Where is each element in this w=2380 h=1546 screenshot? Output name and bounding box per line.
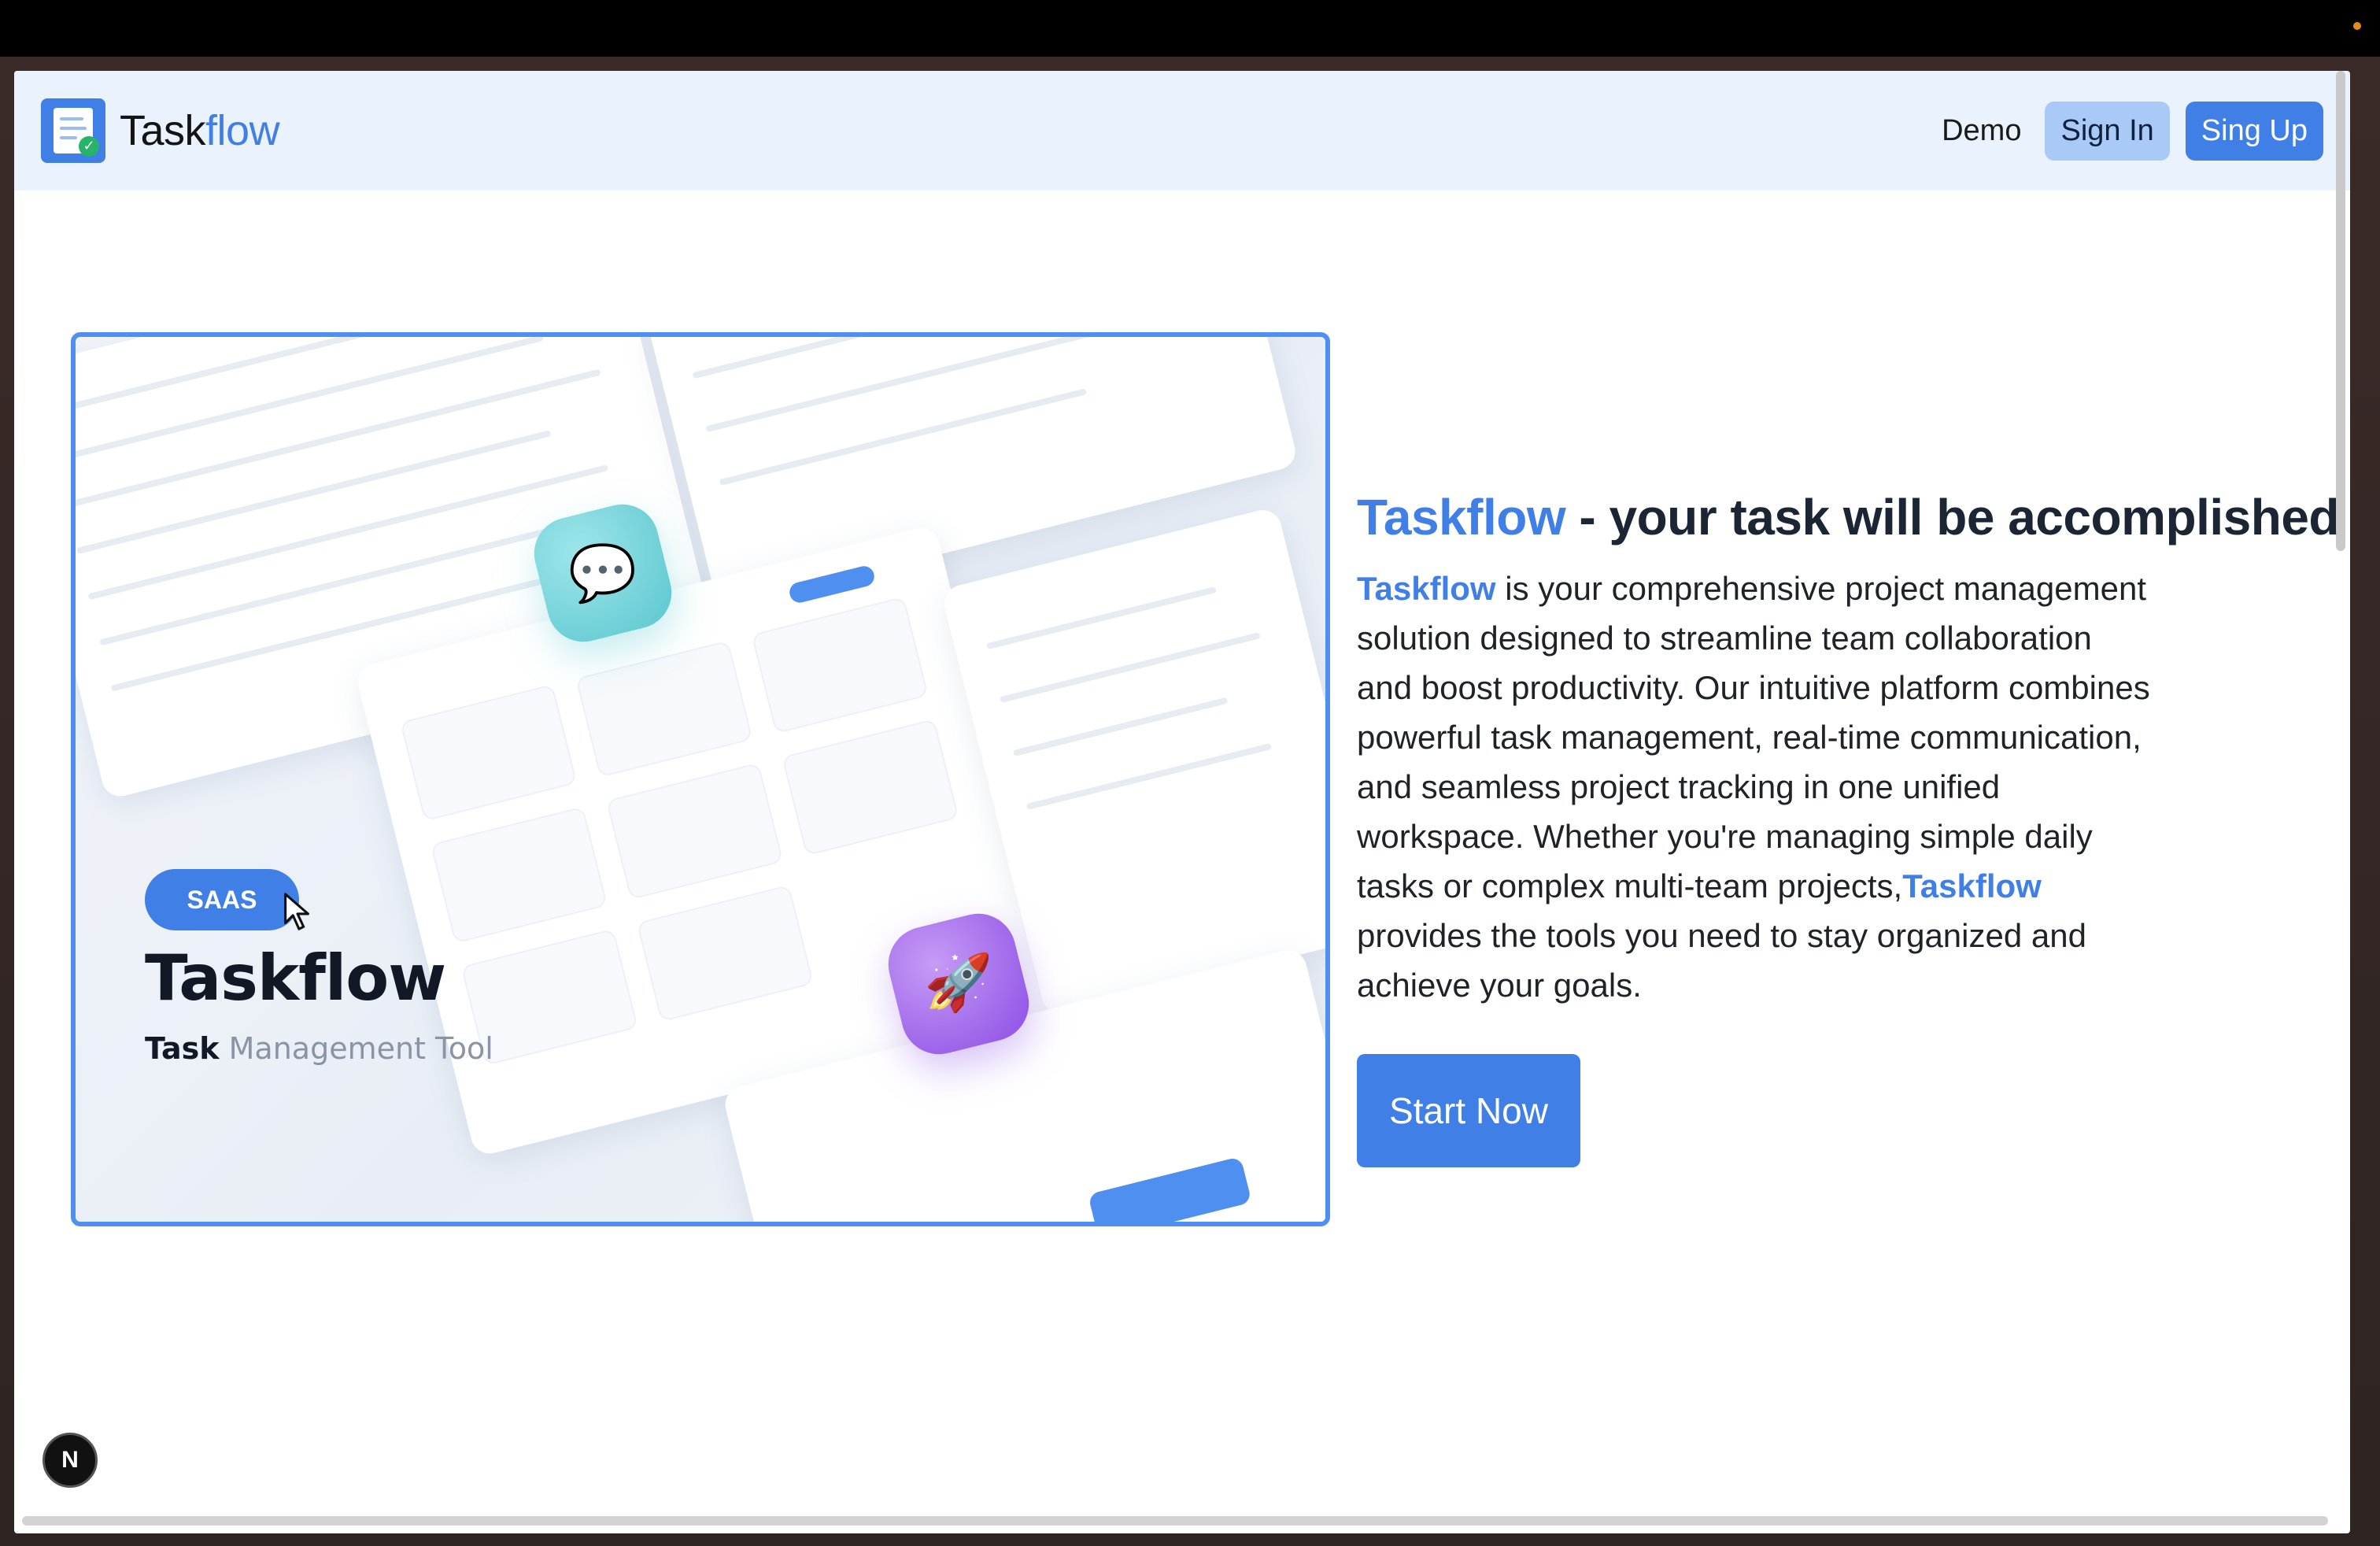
horizontal-scrollbar[interactable] [22,1516,2328,1526]
cursor-icon [284,893,309,930]
headline-accent: Taskflow [1357,489,1566,546]
brand-name[interactable]: Taskflow [120,106,280,155]
para-text-1: is your comprehensive project management… [1357,570,2150,904]
para-brand-2: Taskflow [1902,867,2042,904]
demo-link[interactable]: Demo [1934,114,2029,148]
vertical-scrollbar[interactable] [2336,71,2345,551]
hero-image-title: Taskflow [145,941,446,1015]
description-paragraph: Taskflow is your comprehensive project m… [1357,564,2152,1010]
hero-image-subtitle: Task Management Tool [145,1031,493,1066]
saas-badge: SAAS [145,869,299,930]
hero-image: 💬 🚀 SAAS Taskflow Task Management Tool [71,332,1330,1226]
subtitle-rest: Management Tool [219,1031,493,1066]
rocket-icon: 🚀 [880,905,1037,1063]
dev-tools-badge[interactable]: N [42,1433,98,1488]
taskflow-logo-icon[interactable]: ✓ [41,98,105,163]
nav-actions: Demo Sign In Sing Up [1934,101,2323,161]
subtitle-bold: Task [145,1031,220,1066]
status-dot-icon [2353,22,2361,30]
headline-rest: - your task will be accomplished [1565,489,2339,546]
para-brand-1: Taskflow [1357,570,1496,607]
start-now-button[interactable]: Start Now [1357,1054,1580,1167]
sign-in-button[interactable]: Sign In [2045,101,2170,161]
browser-window: ✓ Taskflow Demo Sign In Sing Up 💬 🚀 SAAS… [14,71,2350,1533]
navbar: ✓ Taskflow Demo Sign In Sing Up [14,71,2350,190]
hero-copy: Taskflow - your task will be accomplishe… [1357,488,2339,1167]
system-top-bar [0,0,2380,57]
sign-up-button[interactable]: Sing Up [2185,101,2323,161]
brand-prefix: Task [120,107,206,154]
check-icon: ✓ [79,136,99,157]
para-text-2: provides the tools you need to stay orga… [1357,917,2086,1004]
page-headline: Taskflow - your task will be accomplishe… [1357,488,2339,546]
chat-bubble-icon: 💬 [527,497,679,649]
brand-suffix: flow [205,107,280,154]
